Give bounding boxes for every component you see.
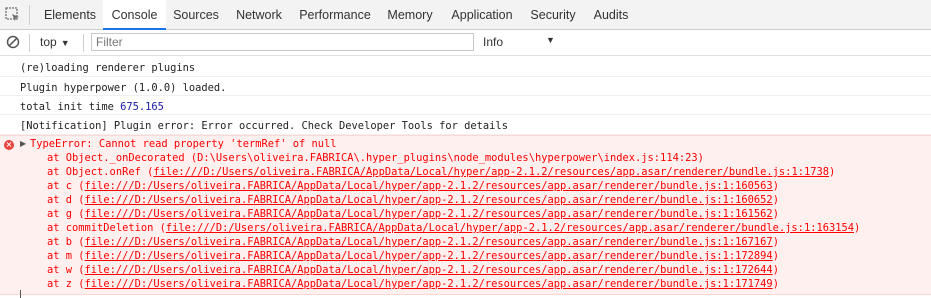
tab-application[interactable]: Application <box>442 0 522 29</box>
console-message: Plugin hyperpower (1.0.0) loaded. <box>0 77 931 96</box>
stack-frame: at Object._onDecorated (D:\Users\oliveir… <box>47 152 704 164</box>
frame-link[interactable]: file:///D:/Users/oliveira.FABRICA/AppDat… <box>85 250 773 262</box>
clear-console-icon[interactable] <box>6 35 20 49</box>
message-text: (re)loading renderer plugins <box>20 62 196 74</box>
number-value: 675.165 <box>120 101 164 113</box>
frame-link[interactable]: file:///D:/Users/oliveira.FABRICA/AppDat… <box>85 236 773 248</box>
console-message: (re)loading renderer plugins <box>0 57 931 77</box>
toolbar-divider <box>83 34 84 52</box>
stack-frame: at commitDeletion (file:///D:/Users/oliv… <box>47 222 861 234</box>
console-toolbar: top▼ Info ▼ <box>0 30 931 56</box>
message-text: Plugin hyperpower (1.0.0) loaded. <box>20 82 227 94</box>
devtools-tab-bar: Elements Console Sources Network Perform… <box>0 0 931 30</box>
filter-input[interactable] <box>91 33 474 51</box>
frame-location: D:\Users\oliveira.FABRICA\.hyper_plugins… <box>197 152 698 164</box>
message-text: total init time 675.165 <box>20 101 164 113</box>
frame-link[interactable]: file:///D:/Users/oliveira.FABRICA/AppDat… <box>166 222 854 234</box>
toolbar-divider <box>29 5 30 25</box>
stack-frame: at w (file:///D:/Users/oliveira.FABRICA/… <box>47 264 779 276</box>
frame-link[interactable]: file:///D:/Users/oliveira.FABRICA/AppDat… <box>85 208 773 220</box>
message-text: [Notification] Plugin error: Error occur… <box>20 120 508 132</box>
frame-link[interactable]: file:///D:/Users/oliveira.FABRICA/AppDat… <box>85 180 773 192</box>
stack-frame: at d (file:///D:/Users/oliveira.FABRICA/… <box>47 194 779 206</box>
frame-link[interactable]: file:///D:/Users/oliveira.FABRICA/AppDat… <box>85 278 773 290</box>
context-label: top <box>40 35 57 49</box>
tab-audits[interactable]: Audits <box>584 0 638 29</box>
stack-frame: at Object.onRef (file:///D:/Users/olivei… <box>47 166 836 178</box>
console-error-message: × ▶ TypeError: Cannot read property 'ter… <box>0 135 931 295</box>
tab-sources[interactable]: Sources <box>166 0 226 29</box>
frame-link[interactable]: file:///D:/Users/oliveira.FABRICA/AppDat… <box>85 194 773 206</box>
tab-memory[interactable]: Memory <box>378 0 442 29</box>
tab-performance[interactable]: Performance <box>292 0 378 29</box>
log-levels-dropdown[interactable]: Info <box>483 35 503 49</box>
console-message: [Notification] Plugin error: Error occur… <box>0 115 931 135</box>
frame-link[interactable]: file:///D:/Users/oliveira.FABRICA/AppDat… <box>85 264 773 276</box>
tab-network[interactable]: Network <box>226 0 292 29</box>
console-prompt-cursor[interactable] <box>20 290 21 298</box>
message-prefix: total init time <box>20 101 121 113</box>
error-icon: × <box>4 140 14 150</box>
stack-frame: at g (file:///D:/Users/oliveira.FABRICA/… <box>47 208 779 220</box>
tab-security[interactable]: Security <box>522 0 584 29</box>
stack-frame: at m (file:///D:/Users/oliveira.FABRICA/… <box>47 250 779 262</box>
error-text: TypeError: Cannot read property 'termRef… <box>30 138 337 150</box>
stack-frame: at c (file:///D:/Users/oliveira.FABRICA/… <box>47 180 779 192</box>
toolbar-divider <box>29 34 30 52</box>
inspect-element-icon[interactable] <box>4 6 22 24</box>
stack-frame: at z (file:///D:/Users/oliveira.FABRICA/… <box>47 278 779 290</box>
dropdown-caret-icon[interactable]: ▼ <box>546 35 555 45</box>
stack-frame: at b (file:///D:/Users/oliveira.FABRICA/… <box>47 236 779 248</box>
dropdown-caret-icon: ▼ <box>60 38 70 48</box>
console-message: total init time 675.165 <box>0 96 931 115</box>
frame-link[interactable]: file:///D:/Users/oliveira.FABRICA/AppDat… <box>153 166 829 178</box>
tab-console[interactable]: Console <box>103 0 166 30</box>
expand-triangle-icon[interactable]: ▶ <box>20 139 26 148</box>
tab-elements[interactable]: Elements <box>37 0 103 29</box>
context-selector[interactable]: top ▼ <box>40 35 70 49</box>
